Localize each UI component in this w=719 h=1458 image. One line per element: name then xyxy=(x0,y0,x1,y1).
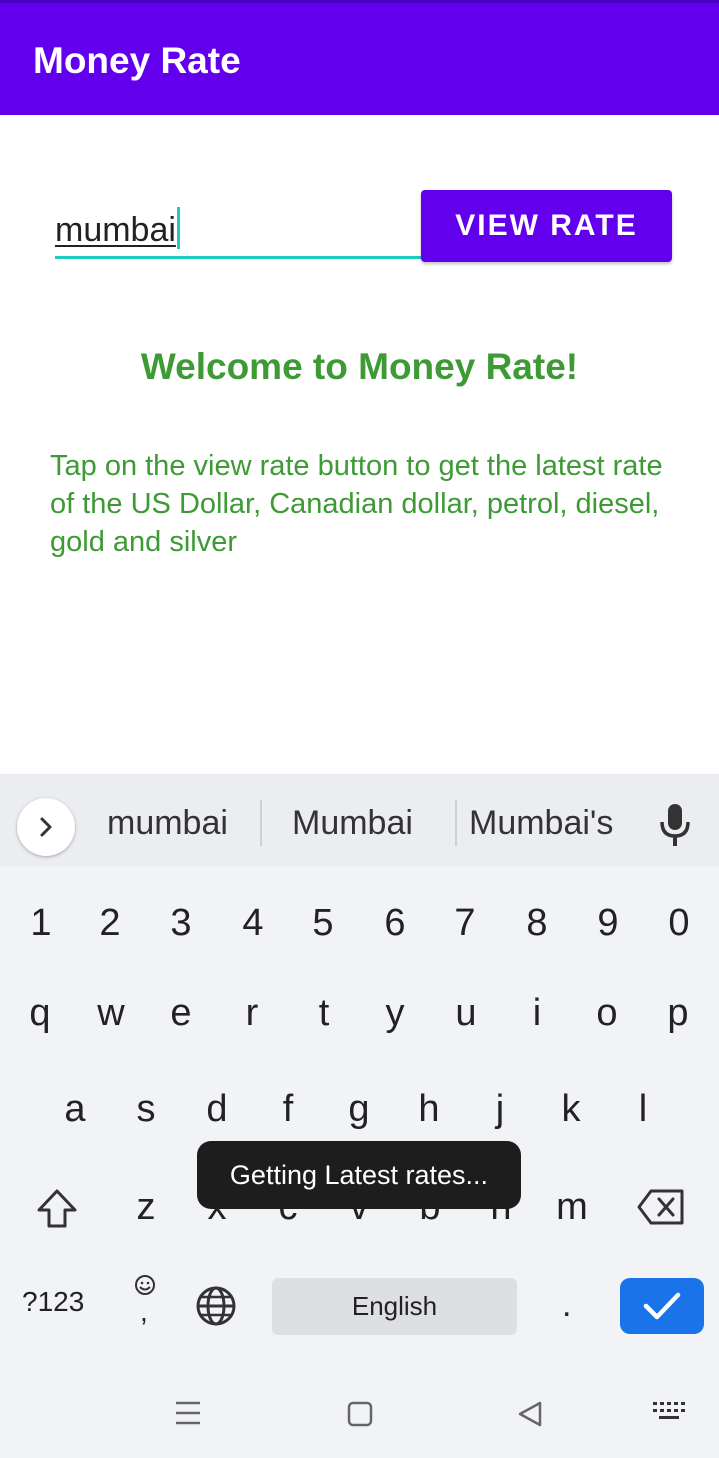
letter-key[interactable]: s xyxy=(116,1088,176,1131)
back-icon[interactable] xyxy=(516,1400,544,1433)
enter-key[interactable] xyxy=(620,1278,704,1334)
number-key[interactable]: 6 xyxy=(365,902,425,945)
letter-key[interactable]: d xyxy=(187,1088,247,1131)
emoji-comma-key[interactable]: , xyxy=(130,1272,160,1332)
app-title: Money Rate xyxy=(33,40,241,81)
letter-key[interactable]: k xyxy=(541,1088,601,1131)
suggestion-1[interactable]: mumbai xyxy=(107,804,228,843)
letter-key[interactable]: h xyxy=(399,1088,459,1131)
letter-key[interactable]: m xyxy=(542,1186,602,1229)
view-rate-button[interactable]: VIEW RATE xyxy=(421,190,672,262)
letter-key[interactable]: a xyxy=(45,1088,105,1131)
period-key[interactable]: . xyxy=(562,1286,571,1325)
letter-key[interactable]: y xyxy=(365,992,425,1035)
number-key[interactable]: 2 xyxy=(80,902,140,945)
letter-key[interactable]: e xyxy=(151,992,211,1035)
toast-message: Getting Latest rates... xyxy=(197,1141,521,1209)
globe-icon[interactable] xyxy=(194,1284,238,1328)
input-underline xyxy=(55,256,422,259)
symbols-key[interactable]: ?123 xyxy=(22,1286,84,1318)
shift-icon[interactable] xyxy=(34,1186,80,1232)
suggestion-divider xyxy=(455,800,457,846)
number-key[interactable]: 9 xyxy=(578,902,638,945)
number-key[interactable]: 7 xyxy=(435,902,495,945)
backspace-icon[interactable] xyxy=(637,1188,685,1226)
letter-key[interactable]: q xyxy=(10,992,70,1035)
number-key[interactable]: 4 xyxy=(223,902,283,945)
space-key[interactable]: English xyxy=(272,1278,517,1335)
microphone-icon[interactable] xyxy=(656,802,694,848)
suggestion-3[interactable]: Mumbai's xyxy=(469,804,613,843)
soft-keyboard: mumbai Mumbai Mumbai's 1234567890 qwerty… xyxy=(0,774,719,1458)
city-input-value: mumbai xyxy=(55,211,176,249)
number-key[interactable]: 8 xyxy=(507,902,567,945)
letter-key[interactable]: l xyxy=(613,1088,673,1131)
number-key[interactable]: 3 xyxy=(151,902,211,945)
letter-key[interactable]: r xyxy=(222,992,282,1035)
comma-label: , xyxy=(140,1296,148,1327)
number-key[interactable]: 0 xyxy=(649,902,709,945)
letter-key[interactable]: j xyxy=(470,1088,530,1131)
letter-key[interactable]: o xyxy=(577,992,637,1035)
recents-icon[interactable] xyxy=(174,1400,202,1431)
number-key[interactable]: 5 xyxy=(293,902,353,945)
home-icon[interactable] xyxy=(346,1400,374,1433)
app-bar: Money Rate xyxy=(0,0,719,115)
keyboard-hide-icon[interactable] xyxy=(652,1400,686,1427)
letter-key[interactable]: w xyxy=(81,992,141,1035)
city-input[interactable]: mumbai xyxy=(55,190,422,260)
checkmark-icon xyxy=(643,1292,681,1320)
letter-key[interactable]: u xyxy=(436,992,496,1035)
chevron-right-icon[interactable] xyxy=(17,798,75,856)
letter-key[interactable]: t xyxy=(294,992,354,1035)
letter-key[interactable]: i xyxy=(507,992,567,1035)
welcome-heading: Welcome to Money Rate! xyxy=(140,346,579,387)
suggestion-2[interactable]: Mumbai xyxy=(292,804,413,843)
number-key[interactable]: 1 xyxy=(11,902,71,945)
letter-key[interactable]: g xyxy=(329,1088,389,1131)
description-text: Tap on the view rate button to get the l… xyxy=(50,450,663,558)
suggestion-divider xyxy=(260,800,262,846)
letter-key[interactable]: z xyxy=(116,1186,176,1229)
suggestion-bar: mumbai Mumbai Mumbai's xyxy=(0,774,719,866)
letter-key[interactable]: p xyxy=(648,992,708,1035)
letter-key[interactable]: f xyxy=(258,1088,318,1131)
text-cursor xyxy=(176,207,180,249)
